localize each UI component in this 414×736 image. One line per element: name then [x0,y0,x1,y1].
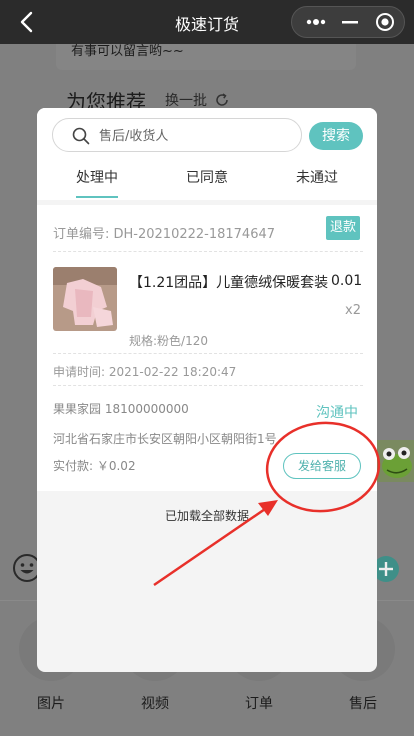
tile-label-order: 订单 [245,696,273,712]
tab-approved[interactable]: 已同意 [157,167,257,187]
tab-processing[interactable]: 处理中 [47,167,147,187]
tile-label-image: 图片 [37,696,65,712]
active-tab-indicator [76,196,118,198]
apply-time: 申请时间: 2021-02-22 18:20:47 [53,365,237,379]
tab-rejected[interactable]: 未通过 [267,167,367,187]
load-complete-text: 已加载全部数据 [164,509,249,523]
mini-program-capsule [291,6,405,38]
product-quantity: x2 [345,303,361,318]
product-name: 【1.21团品】儿童德绒保暖套装 [129,275,329,291]
order-card[interactable]: 订单编号: DH-20210222-18174647 退款 【1.21团品】儿童… [37,205,377,491]
refresh-icon[interactable] [214,92,230,108]
minimize-icon[interactable] [342,15,358,29]
more-dots-icon[interactable] [306,15,326,29]
modal-header: 搜索 处理中 已同意 未通过 [37,108,377,200]
nav-bar: 极速订货 [0,0,414,44]
close-target-icon[interactable] [375,12,395,32]
tile-label-video: 视频 [141,696,169,712]
order-number: 订单编号: DH-20210222-18174647 [53,227,276,242]
product-price: 0.01 [331,273,363,289]
tile-label-aftersale: 售后 [349,696,377,712]
frog-avatar-icon [377,440,414,482]
shipping-address: 河北省石家庄市长安区朝阳小区朝阳街1号 [53,432,277,446]
aftersale-modal: 搜索 处理中 已同意 未通过 订单编号: DH-20210222-1817464… [37,108,377,672]
search-button[interactable]: 搜索 [309,122,363,150]
product-thumbnail[interactable] [53,267,117,331]
divider [53,353,363,354]
search-icon [72,127,90,145]
search-input[interactable] [99,125,289,147]
paid-amount: 实付款: ￥0.02 [53,459,136,473]
buyer-info: 果果家园 18100000000 [53,402,189,416]
product-spec: 规格:粉色/120 [129,334,208,348]
message-hint: 有事可以留言哟~~ [71,44,184,59]
divider [53,385,363,386]
send-to-service-button[interactable]: 发给客服 [283,453,361,479]
refund-badge: 退款 [326,216,360,240]
refresh-link[interactable]: 换一批 [165,90,207,110]
search-box[interactable] [52,118,302,152]
divider [53,251,363,252]
status-label: 沟通中 [316,405,358,421]
